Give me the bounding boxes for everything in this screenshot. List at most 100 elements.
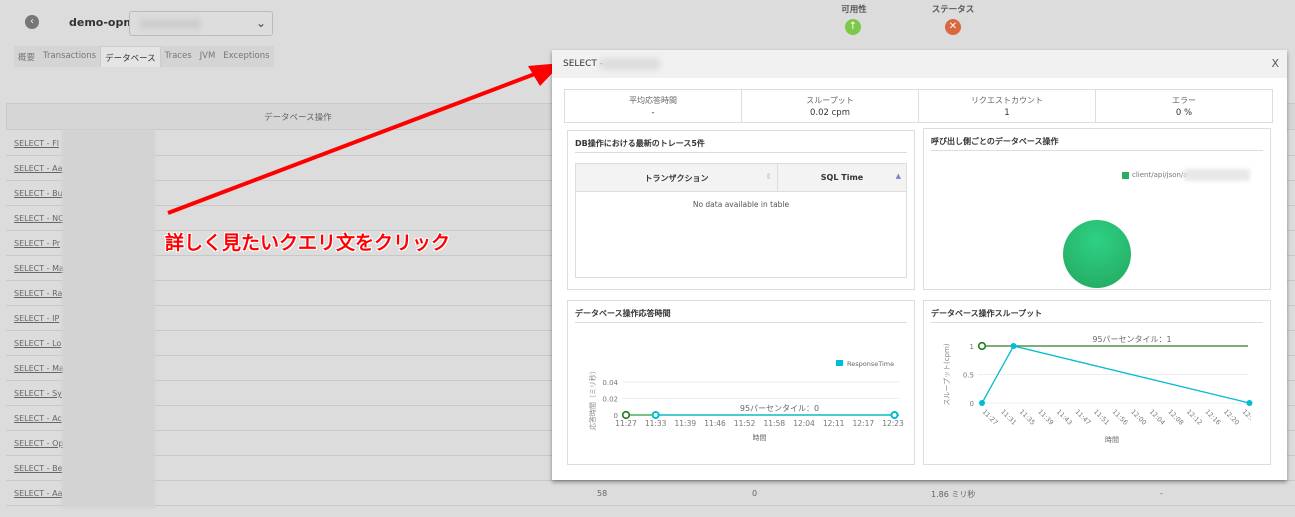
query-link[interactable]: SELECT - Ac	[14, 414, 62, 423]
x-tick-label: 12:00	[1129, 408, 1148, 427]
query-link[interactable]: SELECT - Ma	[14, 264, 64, 273]
sort-icon: ⇕	[765, 172, 772, 181]
table-cell: 0	[752, 489, 758, 498]
sort-asc-icon: ▲	[895, 172, 901, 180]
x-tick-label: 11:56	[1111, 408, 1130, 427]
query-link[interactable]: SELECT - Aa	[14, 489, 62, 498]
data-point	[651, 411, 660, 419]
x-tick-label: 11:27	[615, 419, 637, 428]
legend-swatch	[836, 360, 843, 366]
x-tick-label: 11:35	[1018, 408, 1037, 427]
stat-label: スループット	[806, 96, 854, 105]
x-axis-label: 時間	[753, 434, 767, 442]
availability-label: 可用性	[841, 5, 867, 15]
column-sql-time[interactable]: SQL Time ▲	[778, 164, 906, 191]
table-cell: 58	[597, 489, 608, 498]
throughput-panel: データベース操作スループット 0 0.5 1 11:27 11:31 11:35 11:39…	[923, 300, 1271, 465]
x-tick-label: 12:04	[793, 419, 815, 428]
legend-label: client/api/json/a	[1132, 171, 1188, 179]
y-tick-label: 0.02	[602, 396, 618, 404]
status-label: ステータス	[931, 5, 975, 15]
stat-value: 0.02 cpm	[810, 108, 850, 118]
response-time-panel: データベース操作応答時間 0 0.02 0.04 11:27 11:33 11:39 11:…	[567, 300, 915, 465]
query-detail-modal: SELECT - X 平均応答時間 - スループット 0.02 cpm リクエストカウ…	[552, 50, 1287, 480]
pie-slice[interactable]	[1063, 220, 1131, 288]
x-tick-label: 12:23	[882, 419, 904, 428]
redacted-legend	[1184, 169, 1250, 181]
stat-value: 1	[1004, 108, 1010, 118]
query-link[interactable]: SELECT - Ma	[14, 364, 64, 373]
x-tick-label: 11:51	[1092, 408, 1111, 427]
y-tick-label: 1	[970, 343, 974, 351]
percentile-marker	[621, 410, 631, 420]
percentile-label: 95パーセンタイル：0	[740, 404, 819, 413]
query-link[interactable]: SELECT - Op	[14, 439, 63, 448]
x-tick-label: 11:33	[645, 419, 667, 428]
data-point	[890, 411, 899, 419]
x-tick-label: 12:11	[823, 419, 845, 428]
y-tick-label: 0.5	[963, 372, 974, 380]
stat-error: エラー 0 %	[1096, 90, 1272, 122]
stat-throughput: スループット 0.02 cpm	[742, 90, 919, 122]
empty-message: No data available in table	[692, 200, 790, 209]
annotation-arrow	[167, 63, 562, 215]
y-tick-label: 0	[970, 400, 974, 408]
redacted-title	[600, 58, 660, 70]
panel-title: データベース操作応答時間	[575, 309, 671, 318]
traces-table: トランザクション ⇕ SQL Time ▲ No data available in…	[575, 163, 907, 278]
stat-value: 0 %	[1175, 108, 1193, 118]
legend-swatch	[1122, 172, 1129, 179]
table-row: SELECT - Aa 58 0 1.86 ミリ秒 -	[6, 481, 1295, 506]
panel-title: DB操作における最新のトレース5件	[575, 139, 705, 148]
throughput-chart: 0 0.5 1 11:27 11:31 11:35 11:39 11:43 11:47 11:51…	[943, 335, 1256, 444]
x-tick-label: 11:47	[1073, 408, 1092, 427]
query-link[interactable]: SELECT - Ra	[14, 289, 62, 298]
x-tick-label: 11:31	[999, 408, 1018, 427]
data-point	[979, 400, 985, 406]
query-link[interactable]: SELECT - IP	[14, 314, 59, 323]
modal-title: SELECT -	[563, 59, 603, 69]
table-cell: 1.86 ミリ秒	[931, 490, 976, 499]
annotation-text: 詳しく見たいクエリ文をクリック	[165, 232, 451, 254]
x-tick-label: 11:39	[675, 419, 697, 428]
x-tick-label: 11:39	[1036, 408, 1055, 427]
column-label: トランザクション	[644, 174, 709, 183]
x-tick-label: 11:58	[764, 419, 786, 428]
column-label: SQL Time	[820, 173, 864, 182]
table-cell: -	[1160, 489, 1163, 498]
panel-title: 呼び出し側ごとのデータベース操作	[931, 137, 1059, 146]
x-axis-label: 時間	[1105, 436, 1119, 444]
arrow-up-icon: ↑	[845, 19, 861, 35]
query-link[interactable]: SELECT - Be	[14, 464, 63, 473]
percentile-label: 95パーセンタイル：1	[1092, 335, 1171, 344]
x-tick-label: 12:16	[1203, 408, 1222, 427]
column-transaction[interactable]: トランザクション ⇕	[576, 164, 778, 191]
x-tick-label: 12:04	[1148, 408, 1167, 427]
stat-value: -	[651, 108, 655, 118]
data-point	[1246, 400, 1253, 406]
data-point	[1010, 343, 1017, 349]
x-tick-label: 12:20	[1222, 408, 1241, 427]
x-tick-label: 11:46	[704, 419, 726, 428]
stat-avg-response: 平均応答時間 -	[565, 90, 742, 122]
x-tick-label: 12:12	[1185, 408, 1204, 427]
x-tick-label: 12:.	[1241, 408, 1256, 423]
panel-title: データベース操作スループット	[931, 309, 1043, 318]
x-tick-label: 11:52	[734, 419, 756, 428]
y-tick-label: 0.04	[602, 379, 618, 387]
x-icon: ✕	[945, 19, 961, 35]
query-link[interactable]: SELECT - Sy	[14, 389, 62, 398]
x-tick-label: 12:08	[1166, 408, 1185, 427]
close-button[interactable]: X	[1271, 57, 1279, 70]
x-tick-label: 11:27	[981, 408, 1000, 427]
percentile-marker	[977, 341, 987, 351]
stat-request-count: リクエストカウント 1	[919, 90, 1096, 122]
x-tick-label: 11:43	[1055, 408, 1074, 427]
recent-traces-panel: DB操作における最新のトレース5件 トランザクション ⇕ SQL Time ▲ No…	[567, 130, 915, 290]
stat-label: リクエストカウント	[971, 96, 1043, 105]
response-time-chart: 00.020.0411:27 11:33 11:39 11:46 11:52 11:58 1…	[588, 360, 904, 442]
stats-row: 平均応答時間 - スループット 0.02 cpm リクエストカウント 1 エラー 0 %	[564, 89, 1273, 123]
x-tick-label: 12:17	[853, 419, 875, 428]
query-link[interactable]: SELECT - Lo	[14, 339, 61, 348]
y-axis-label: スループット(cpm)	[943, 343, 951, 405]
